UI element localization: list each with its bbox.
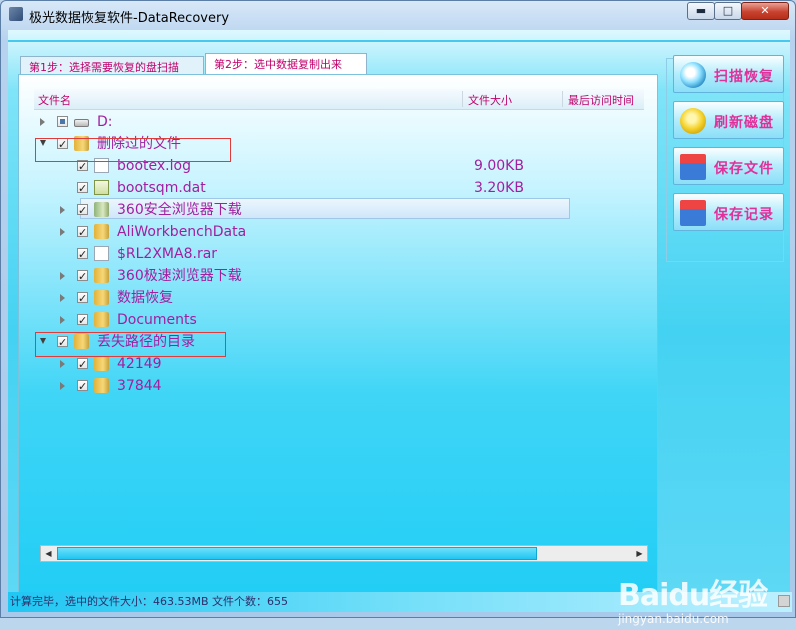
row-checkbox[interactable] [77,178,88,200]
tree-row[interactable]: 360极速浏览器下载 [34,265,644,288]
scroll-right-icon[interactable]: ▶ [632,546,647,561]
dat-file-icon [94,180,109,195]
collapsed-arrow-icon[interactable] [60,294,65,302]
folder-icon [94,202,109,217]
column-header-size[interactable]: 文件大小 [468,92,512,108]
refresh-disk-label: 刷新磁盘 [714,115,774,131]
house-icon [680,154,706,180]
title-bar[interactable]: 极光数据恢复软件-DataRecovery ▬ □ ✕ [1,1,795,29]
folder-icon [94,378,109,393]
folder-icon [94,224,109,239]
tree-row[interactable]: bootsqm.dat 3.20KB [34,177,644,200]
annotation-box-deleted [35,138,231,162]
close-button[interactable]: ✕ [741,2,789,20]
folder-icon [94,268,109,283]
tree-row[interactable]: 37844 [34,375,644,398]
row-checkbox[interactable] [77,310,88,332]
collapsed-arrow-icon[interactable] [60,360,65,368]
annotation-box-lost-path [35,332,226,357]
save-log-label: 保存记录 [714,207,774,223]
save-files-button[interactable]: 保存文件 [673,147,784,185]
watermark-url: jingyan.baidu.com [618,612,729,626]
status-text: 计算完毕，选中的文件大小：463.53MB 文件个数：655 [10,595,289,608]
tree-row-label: D: [97,114,113,130]
watermark-brand: Baidu经验 [618,578,768,613]
column-separator[interactable] [462,91,463,107]
tab-step2[interactable]: 第2步：选中数据复制出来 [205,53,367,74]
tree-row-label: 37844 [117,378,162,394]
tree-row-label: Documents [117,312,197,328]
tree-row-size: 9.00KB [474,158,524,174]
minimize-button[interactable]: ▬ [687,2,715,20]
maximize-button[interactable]: □ [714,2,742,20]
tree-row-size: 3.20KB [474,180,524,196]
folder-icon [94,356,109,371]
save-files-label: 保存文件 [714,161,774,177]
row-checkbox[interactable] [57,116,68,127]
top-divider [8,40,790,42]
refresh-icon [680,108,706,134]
tab-step1[interactable]: 第1步：选择需要恢复的盘扫描 [20,56,204,74]
file-icon [94,246,109,261]
tree-row-label: $RL2XMA8.rar [117,246,218,262]
row-checkbox[interactable] [77,266,88,288]
save-log-button[interactable]: 保存记录 [673,193,784,231]
tree-row-label: bootsqm.dat [117,180,206,196]
column-header-last-access[interactable]: 最后访问时间 [568,92,634,108]
row-checkbox[interactable] [77,200,88,222]
scan-recover-button[interactable]: 扫描恢复 [673,55,784,93]
tree-row-label: 360极速浏览器下载 [117,268,242,284]
app-icon [9,7,23,21]
refresh-disk-button[interactable]: 刷新磁盘 [673,101,784,139]
tree-header: 文件名 文件大小 最后访问时间 [34,89,644,110]
scan-recover-label: 扫描恢复 [714,69,774,85]
collapsed-arrow-icon[interactable] [60,382,65,390]
tree-row-label: 数据恢复 [117,290,173,306]
app-window: 极光数据恢复软件-DataRecovery ▬ □ ✕ 第1步：选择需要恢复的盘… [0,0,796,626]
column-header-name[interactable]: 文件名 [38,92,71,108]
scroll-thumb[interactable] [57,547,537,560]
collapsed-arrow-icon[interactable] [60,228,65,236]
tree-row[interactable]: 360安全浏览器下载 [34,199,644,222]
horizontal-scrollbar[interactable]: ◀ ▶ [40,545,648,562]
folder-icon [94,290,109,305]
tree-row[interactable]: $RL2XMA8.rar [34,243,644,266]
row-checkbox[interactable] [77,354,88,376]
tree-row-label: AliWorkbenchData [117,224,247,240]
drive-icon [74,119,89,127]
tree-row[interactable]: AliWorkbenchData [34,221,644,244]
tree-row[interactable]: Documents [34,309,644,332]
house-icon [680,200,706,226]
folder-icon [94,312,109,327]
row-checkbox[interactable] [77,222,88,244]
tree-row-label: 360安全浏览器下载 [117,202,242,218]
tree-row[interactable]: D: [34,111,644,133]
row-checkbox[interactable] [77,288,88,310]
collapsed-arrow-icon[interactable] [60,206,65,214]
collapsed-arrow-icon[interactable] [60,272,65,280]
row-checkbox[interactable] [77,376,88,398]
client-area: 第1步：选择需要恢复的盘扫描 第2步：选中数据复制出来 文件名 文件大小 最后访… [8,30,792,626]
tree-row[interactable]: 数据恢复 [34,287,644,310]
window-title: 极光数据恢复软件-DataRecovery [29,11,230,26]
row-checkbox[interactable] [77,244,88,266]
scroll-left-icon[interactable]: ◀ [41,546,56,561]
collapsed-arrow-icon[interactable] [40,118,45,126]
collapsed-arrow-icon[interactable] [60,316,65,324]
column-separator[interactable] [562,91,563,107]
magnifier-icon [680,62,706,88]
watermark: Baidu经验 jingyan.baidu.com [618,570,796,630]
